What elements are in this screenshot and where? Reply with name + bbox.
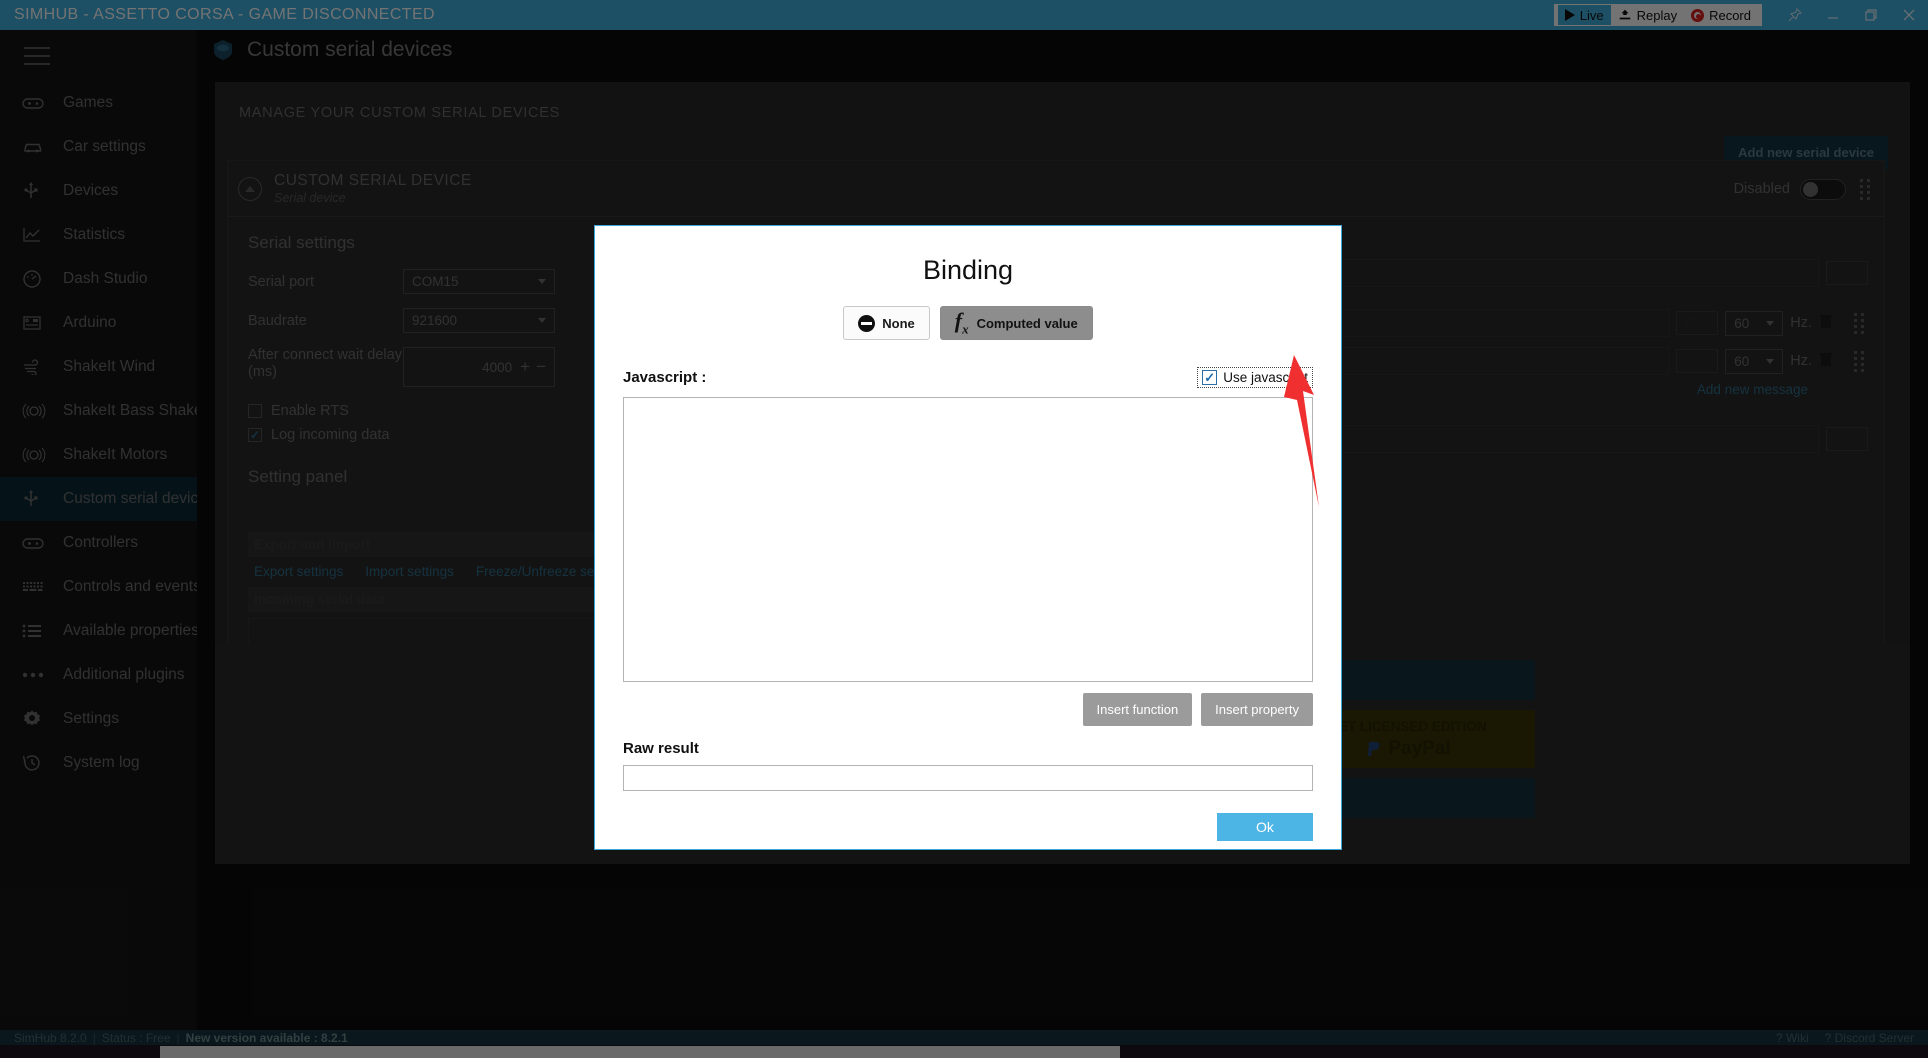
checkbox-check-icon: ✓ bbox=[1202, 370, 1218, 385]
use-javascript-label: Use javascript bbox=[1223, 370, 1308, 385]
raw-result-field[interactable] bbox=[623, 765, 1313, 791]
binding-mode-selector: None fx Computed value bbox=[595, 306, 1341, 340]
binding-dialog: Binding None fx Computed value Javascrip… bbox=[594, 225, 1342, 850]
fx-icon: fx bbox=[954, 308, 969, 337]
raw-result-label: Raw result bbox=[623, 740, 699, 757]
javascript-row: Javascript : ✓ Use javascript bbox=[623, 367, 1313, 388]
insert-function-button[interactable]: Insert function bbox=[1082, 693, 1193, 726]
insert-property-button[interactable]: Insert property bbox=[1201, 693, 1313, 726]
binding-mode-computed-label: Computed value bbox=[976, 315, 1078, 331]
binding-mode-none-button[interactable]: None bbox=[843, 306, 930, 340]
dialog-title: Binding bbox=[922, 255, 1014, 285]
none-icon bbox=[858, 314, 876, 332]
ok-button[interactable]: Ok bbox=[1217, 813, 1313, 841]
app-window: SIMHUB - ASSETTO CORSA - GAME DISCONNECT… bbox=[0, 0, 1928, 1058]
javascript-label: Javascript : bbox=[623, 369, 707, 386]
binding-mode-none-label: None bbox=[882, 315, 915, 331]
binding-mode-computed-button[interactable]: fx Computed value bbox=[939, 306, 1093, 340]
javascript-editor[interactable] bbox=[623, 397, 1313, 682]
dialog-actions: Ok bbox=[623, 813, 1313, 841]
use-javascript-checkbox[interactable]: ✓ Use javascript bbox=[1197, 367, 1313, 388]
insert-buttons: Insert function Insert property bbox=[623, 693, 1313, 726]
